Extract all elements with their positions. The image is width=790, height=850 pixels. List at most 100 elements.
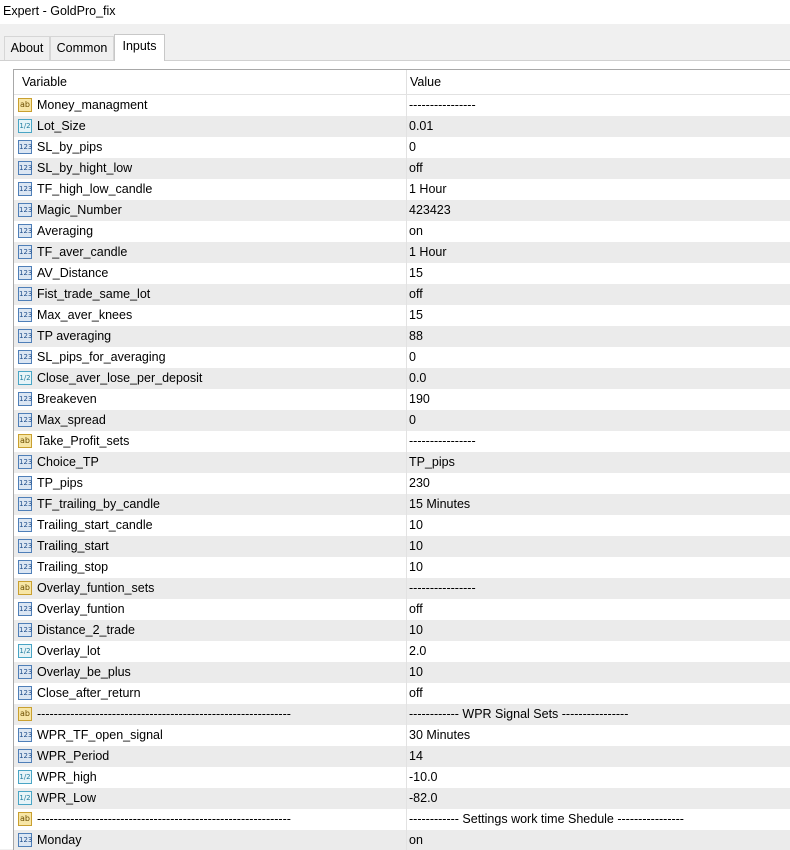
table-row[interactable]: 123 TF_trailing_by_candle 15 Minutes — [14, 494, 790, 515]
variable-value[interactable]: 0.01 — [409, 119, 433, 133]
table-row[interactable]: 123 Trailing_start_candle 10 — [14, 515, 790, 536]
table-row[interactable]: 123 SL_by_hight_low off — [14, 158, 790, 179]
table-row[interactable]: 123 Breakeven 190 — [14, 389, 790, 410]
table-row[interactable]: ab --------------------------------------… — [14, 704, 790, 725]
variable-value[interactable]: -10.0 — [409, 770, 438, 784]
table-row[interactable]: 123 TF_high_low_candle 1 Hour — [14, 179, 790, 200]
table-row[interactable]: 123 Fist_trade_same_lot off — [14, 284, 790, 305]
table-row[interactable]: 123 Overlay_funtion off — [14, 599, 790, 620]
variable-value[interactable]: 423423 — [409, 203, 451, 217]
table-row[interactable]: 123 Choice_TP TP_pips — [14, 452, 790, 473]
table-row[interactable]: 123 TP_pips 230 — [14, 473, 790, 494]
variable-name: Close_aver_lose_per_deposit — [37, 371, 203, 385]
variable-value[interactable]: ---------------- — [409, 434, 476, 448]
variable-value[interactable]: 30 Minutes — [409, 728, 470, 742]
table-row[interactable]: 123 Close_after_return off — [14, 683, 790, 704]
table-row[interactable]: 123 Max_spread 0 — [14, 410, 790, 431]
variable-value[interactable]: 15 Minutes — [409, 497, 470, 511]
table-row[interactable]: ab Money_managment ---------------- — [14, 95, 790, 116]
table-row[interactable]: 123 TP averaging 88 — [14, 326, 790, 347]
variable-value[interactable]: 10 — [409, 539, 423, 553]
variable-value[interactable]: 1 Hour — [409, 182, 447, 196]
table-row[interactable]: 123 Max_aver_knees 15 — [14, 305, 790, 326]
variable-name: Breakeven — [37, 392, 97, 406]
variable-value[interactable]: 0 — [409, 140, 416, 154]
variable-value[interactable]: 10 — [409, 560, 423, 574]
table-row[interactable]: 123 Overlay_be_plus 10 — [14, 662, 790, 683]
variable-value[interactable]: 0 — [409, 350, 416, 364]
variable-value[interactable]: ---------------- — [409, 98, 476, 112]
table-row[interactable]: 1/2 WPR_Low -82.0 — [14, 788, 790, 809]
variable-name: Trailing_start — [37, 539, 109, 553]
table-row[interactable]: 1/2 Close_aver_lose_per_deposit 0.0 — [14, 368, 790, 389]
variable-name: Magic_Number — [37, 203, 122, 217]
variable-value[interactable]: 230 — [409, 476, 430, 490]
table-row[interactable]: 123 SL_by_pips 0 — [14, 137, 790, 158]
column-header-value[interactable]: Value — [410, 75, 441, 89]
variable-value[interactable]: 0 — [409, 413, 416, 427]
table-row[interactable]: 123 SL_pips_for_averaging 0 — [14, 347, 790, 368]
variable-value[interactable]: 190 — [409, 392, 430, 406]
tab-about[interactable]: About — [4, 36, 50, 60]
table-row[interactable]: 123 Averaging on — [14, 221, 790, 242]
table-row[interactable]: 123 Distance_2_trade 10 — [14, 620, 790, 641]
variable-value[interactable]: -82.0 — [409, 791, 438, 805]
table-header: Variable Value — [14, 70, 790, 95]
variable-value[interactable]: on — [409, 224, 423, 238]
variable-value[interactable]: 0.0 — [409, 371, 426, 385]
tab-inputs[interactable]: Inputs — [114, 34, 165, 61]
variable-value[interactable]: 15 — [409, 308, 423, 322]
cell-divider — [406, 389, 407, 410]
table-row[interactable]: 123 AV_Distance 15 — [14, 263, 790, 284]
variable-name: Lot_Size — [37, 119, 86, 133]
variable-name: Overlay_be_plus — [37, 665, 131, 679]
variable-value[interactable]: ---------------- — [409, 581, 476, 595]
variable-value[interactable]: TP_pips — [409, 455, 455, 469]
table-row[interactable]: 123 Trailing_start 10 — [14, 536, 790, 557]
table-row[interactable]: 1/2 Lot_Size 0.01 — [14, 116, 790, 137]
variable-value[interactable]: off — [409, 287, 423, 301]
variable-value[interactable]: 88 — [409, 329, 423, 343]
table-row[interactable]: ab Take_Profit_sets ---------------- — [14, 431, 790, 452]
variable-name: SL_pips_for_averaging — [37, 350, 166, 364]
double-type-icon: 1/2 — [18, 791, 32, 805]
table-row[interactable]: 123 Monday on — [14, 830, 790, 850]
variable-value[interactable]: off — [409, 602, 423, 616]
variable-value[interactable]: 14 — [409, 749, 423, 763]
cell-divider — [406, 830, 407, 850]
inputs-table[interactable]: Variable Value ab Money_managment --------… — [13, 69, 790, 850]
integer-type-icon: 123 — [18, 455, 32, 469]
table-row[interactable]: 123 Magic_Number 423423 — [14, 200, 790, 221]
integer-type-icon: 123 — [18, 686, 32, 700]
variable-value[interactable]: 10 — [409, 518, 423, 532]
window-title: Expert - GoldPro_fix — [3, 4, 116, 18]
column-header-variable[interactable]: Variable — [22, 75, 67, 89]
variable-value[interactable]: on — [409, 833, 423, 847]
variable-value[interactable]: ------------ Settings work time Shedule … — [409, 812, 684, 826]
column-divider[interactable] — [406, 70, 407, 94]
table-row[interactable]: 123 Trailing_stop 10 — [14, 557, 790, 578]
variable-value[interactable]: ------------ WPR Signal Sets -----------… — [409, 707, 628, 721]
table-row[interactable]: 123 TF_aver_candle 1 Hour — [14, 242, 790, 263]
variable-value[interactable]: 10 — [409, 623, 423, 637]
variable-value[interactable]: 15 — [409, 266, 423, 280]
variable-value[interactable]: off — [409, 686, 423, 700]
variable-name: SL_by_pips — [37, 140, 103, 154]
double-type-icon: 1/2 — [18, 371, 32, 385]
variable-value[interactable]: off — [409, 161, 423, 175]
variable-name: WPR_Low — [37, 791, 97, 805]
table-row[interactable]: 123 WPR_TF_open_signal 30 Minutes — [14, 725, 790, 746]
variable-value[interactable]: 2.0 — [409, 644, 426, 658]
table-row[interactable]: ab --------------------------------------… — [14, 809, 790, 830]
integer-type-icon: 123 — [18, 749, 32, 763]
table-row[interactable]: 1/2 WPR_high -10.0 — [14, 767, 790, 788]
variable-value[interactable]: 1 Hour — [409, 245, 447, 259]
variable-value[interactable]: 10 — [409, 665, 423, 679]
cell-divider — [406, 662, 407, 683]
variable-name: Take_Profit_sets — [37, 434, 130, 448]
table-row[interactable]: 1/2 Overlay_lot 2.0 — [14, 641, 790, 662]
table-row[interactable]: 123 WPR_Period 14 — [14, 746, 790, 767]
cell-divider — [406, 599, 407, 620]
table-row[interactable]: ab Overlay_funtion_sets ---------------- — [14, 578, 790, 599]
tab-common[interactable]: Common — [50, 36, 114, 60]
